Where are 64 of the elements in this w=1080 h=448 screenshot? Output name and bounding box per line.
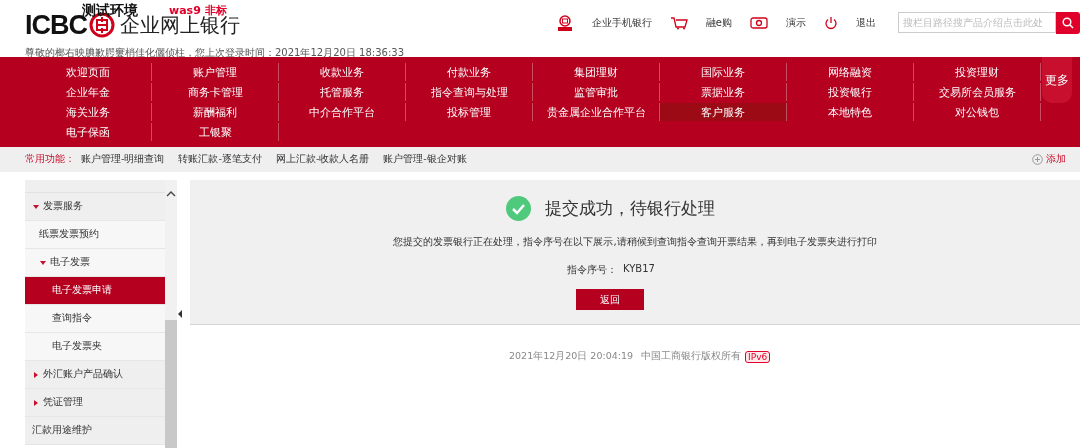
search-button[interactable] <box>1056 11 1080 34</box>
header-link[interactable]: 融e购 <box>705 15 732 30</box>
nav-item[interactable]: 账户管理 <box>152 63 279 81</box>
nav-item[interactable]: 付款业务 <box>406 63 533 81</box>
nav-item[interactable]: 票据业务 <box>660 83 787 101</box>
power-icon <box>824 15 838 30</box>
header-link[interactable]: 演示 <box>786 15 806 30</box>
ipv6-badge: IPv6 <box>745 350 771 363</box>
back-button[interactable]: 返回 <box>576 289 644 310</box>
nav-item[interactable]: 中介合作平台 <box>279 103 406 121</box>
nav-item[interactable]: 交易所会员服务 <box>914 83 1041 101</box>
serial-value: KYB17 <box>623 263 655 276</box>
nav-item[interactable]: 客户服务 <box>660 103 787 121</box>
more-tab[interactable]: 更多 <box>1042 57 1072 103</box>
nav-item[interactable]: 电子保函 <box>25 123 152 141</box>
result-title: 提交成功，待银行处理 <box>544 197 715 220</box>
nav-item[interactable]: 工银聚 <box>152 123 279 141</box>
scrollbar[interactable] <box>165 180 177 448</box>
nav-item[interactable]: 本地特色 <box>787 103 914 121</box>
bank-emblem-icon <box>555 13 574 32</box>
screen-icon <box>750 16 768 29</box>
nav-item[interactable]: 薪酬福利 <box>152 103 279 121</box>
nav-item[interactable]: 收款业务 <box>279 63 406 81</box>
result-message: 您提交的发票银行正在处理，指令序号在以下展示,请稍候到查询指令查询开票结果，再到电子发票夹进行打印 <box>393 235 877 249</box>
add-icon <box>1032 154 1043 165</box>
sidebar-item[interactable]: 电子发票申请 <box>25 277 165 305</box>
shortcuts-label: 常用功能： <box>25 153 75 166</box>
success-check-icon <box>505 196 531 221</box>
nav-item[interactable]: 指令查询与处理 <box>406 83 533 101</box>
nav-item[interactable]: 海关业务 <box>25 103 152 121</box>
shortcut-link[interactable]: 账户管理-银企对账 <box>383 153 467 166</box>
nav-item[interactable]: 投资理财 <box>914 63 1041 81</box>
shortcut-link[interactable]: 转账汇款-逐笔支付 <box>178 153 262 166</box>
nav-item[interactable]: 托管服务 <box>279 83 406 101</box>
sidebar-item[interactable]: 电子发票 <box>25 249 165 277</box>
nav-item[interactable]: 网络融资 <box>787 63 914 81</box>
footer-timestamp: 2021年12月20日 20:04:19 <box>509 350 634 363</box>
nav-item[interactable]: 欢迎页面 <box>25 63 152 81</box>
nav-item[interactable]: 对公钱包 <box>914 103 1041 121</box>
nav-item[interactable]: 投标管理 <box>406 103 533 121</box>
nav-item[interactable]: 商务卡管理 <box>152 83 279 101</box>
sidebar-item[interactable]: 电子发票夹 <box>25 333 165 361</box>
scroll-up-icon[interactable] <box>166 190 176 198</box>
shortcut-link[interactable]: 账户管理-明细查询 <box>81 153 165 166</box>
nav-item[interactable]: 集团理财 <box>533 63 660 81</box>
header-link[interactable]: 企业手机银行 <box>591 15 652 30</box>
sidebar-item[interactable]: 发票服务 <box>25 193 165 221</box>
nav-item[interactable]: 监管审批 <box>533 83 660 101</box>
nav-item[interactable]: 投资银行 <box>787 83 914 101</box>
cart-icon <box>669 15 688 30</box>
sidebar-item[interactable]: 凭证管理 <box>25 389 165 417</box>
sidebar-item[interactable]: 纸票发票预约 <box>25 221 165 249</box>
sidebar-item[interactable]: 外汇账户产品确认 <box>25 361 165 389</box>
sidebar-item[interactable]: 查询指令 <box>25 305 165 333</box>
welcome-text: 尊敬的榔右映腆歉腭窶梢佳化儷侦柱，您上次登录时间：2021年12月20日 18:36:33 <box>25 46 405 60</box>
shortcut-link[interactable]: 网上汇款-收款人名册 <box>275 153 370 166</box>
add-link[interactable]: 添加 <box>1046 153 1066 166</box>
search-icon <box>1062 16 1074 29</box>
serial-label: 指令序号： <box>567 263 618 277</box>
header-link[interactable]: 退出 <box>856 15 876 30</box>
sidebar-item[interactable]: 汇款用途维护 <box>25 417 165 445</box>
nav-item[interactable]: 国际业务 <box>660 63 787 81</box>
copyright-text: 中国工商银行版权所有 <box>641 350 742 363</box>
nav-item[interactable]: 企业年金 <box>25 83 152 101</box>
